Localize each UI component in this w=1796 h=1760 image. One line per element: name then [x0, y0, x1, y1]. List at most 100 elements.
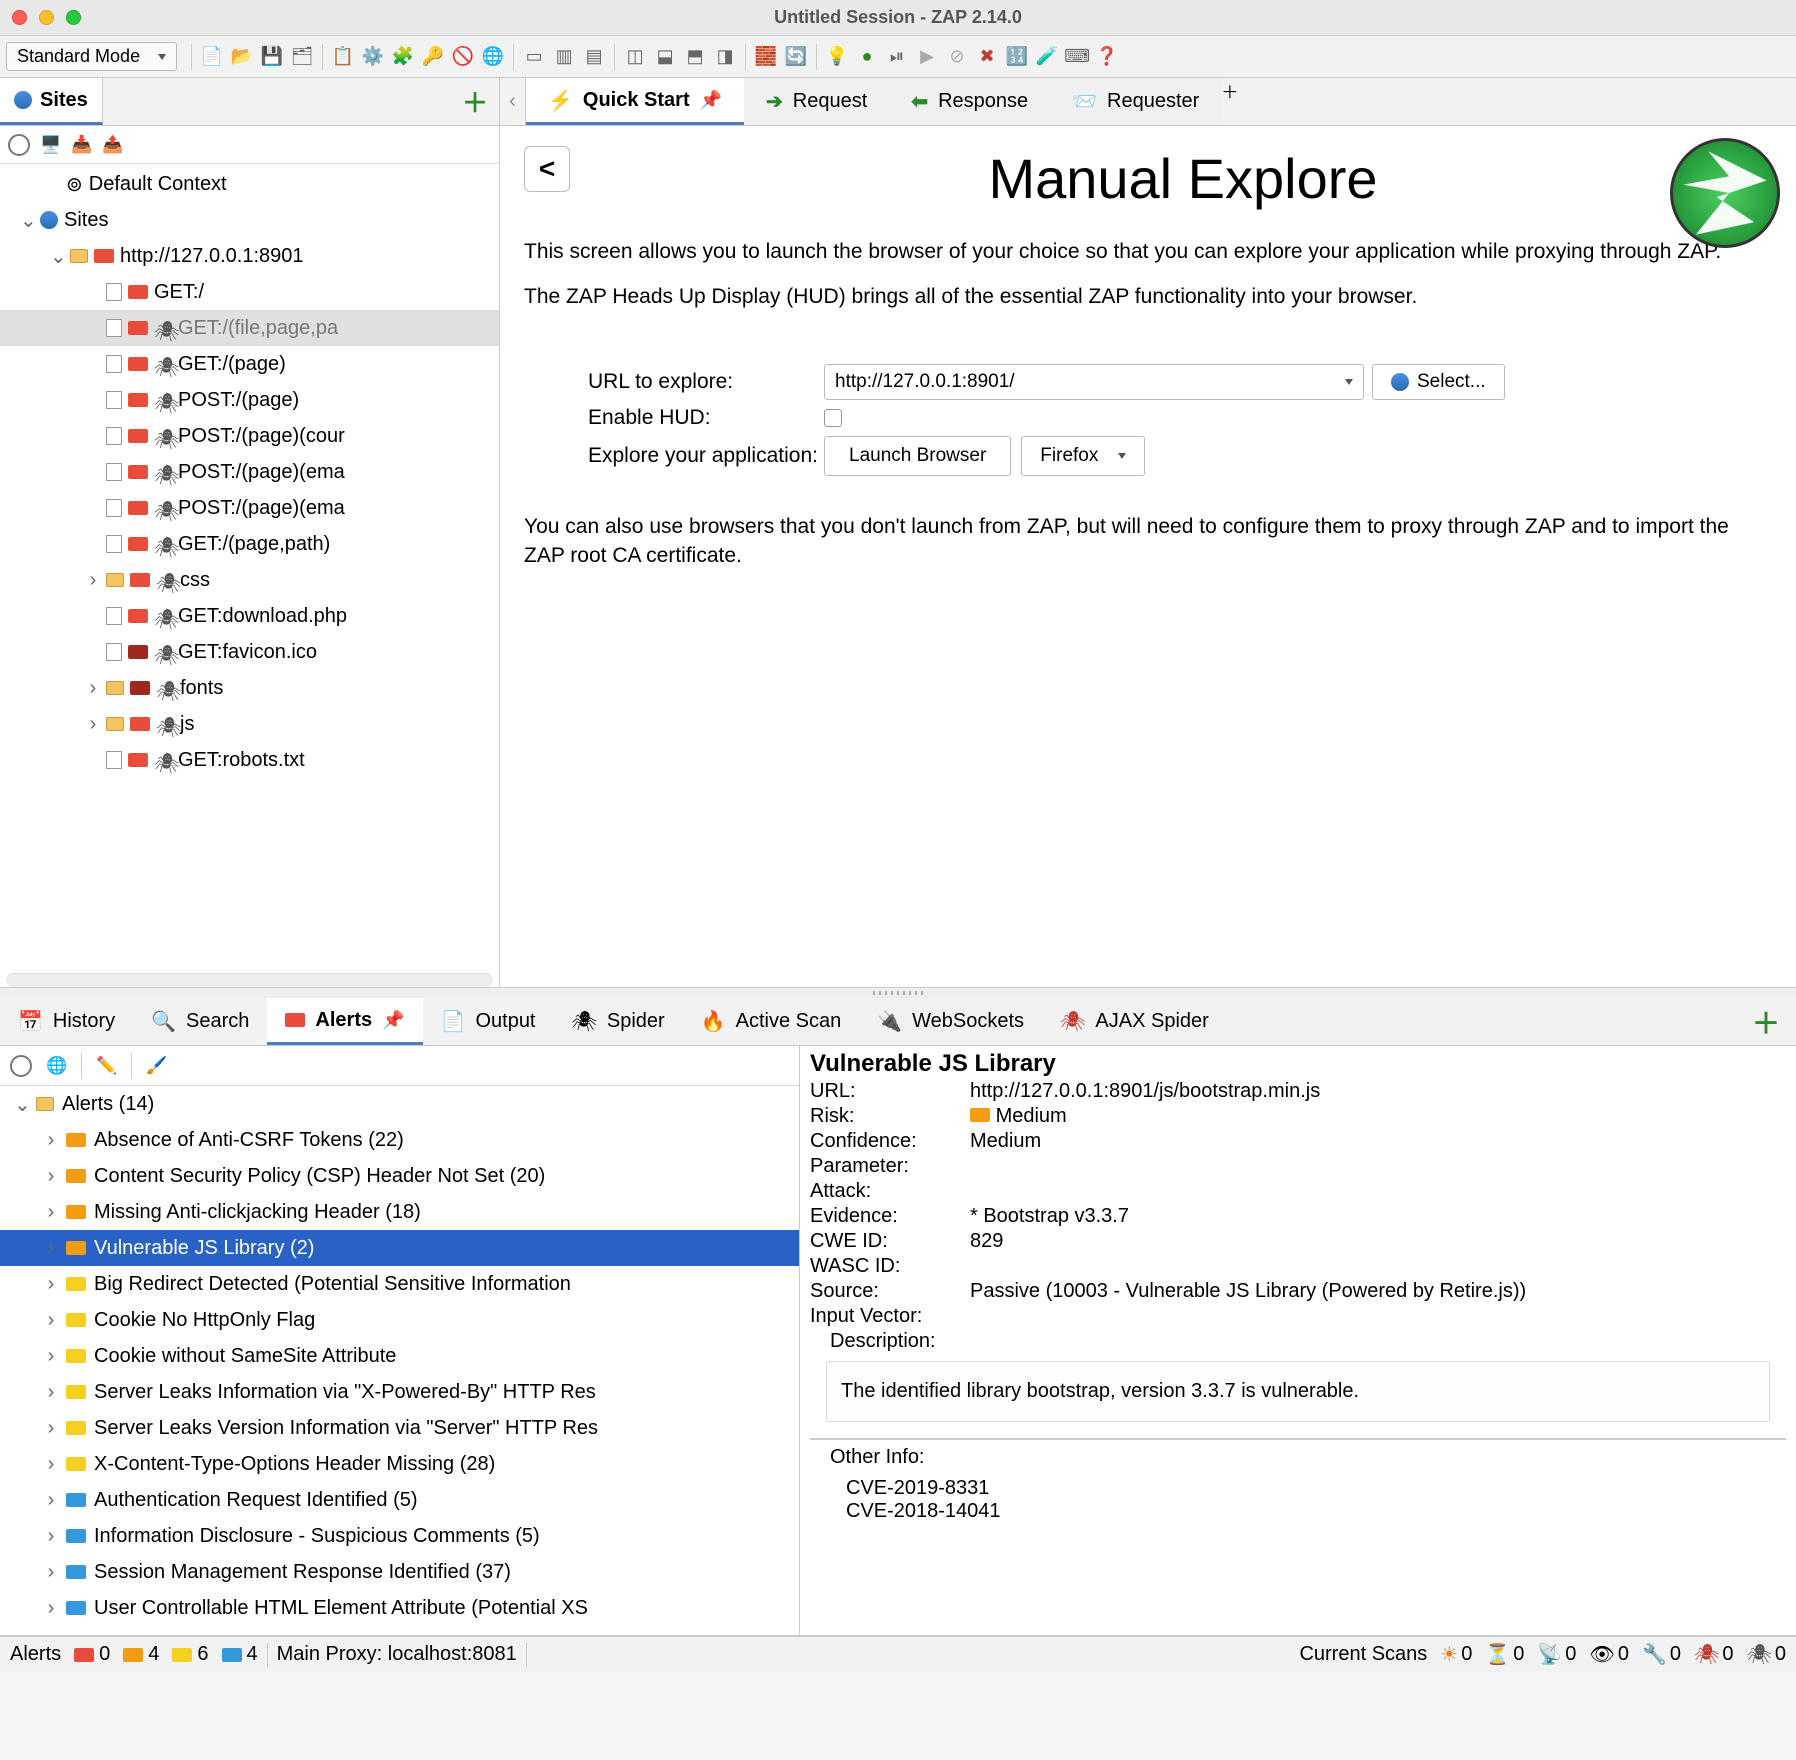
default-context-label[interactable]: Default Context [89, 173, 227, 196]
layout-full-icon[interactable]: ▭ [520, 43, 548, 71]
fuzz-icon[interactable]: 🧪 [1033, 43, 1061, 71]
expand-info-icon[interactable]: ⬓ [651, 43, 679, 71]
browser-icon[interactable]: 🌐 [479, 43, 507, 71]
layout-tabbed-icon[interactable]: ▤ [580, 43, 608, 71]
twisty-icon[interactable]: › [44, 1129, 58, 1152]
alert-tree-item[interactable]: › Missing Anti-clickjacking Header (18) [0, 1194, 799, 1230]
script-console-icon[interactable]: ⌨ [1063, 43, 1091, 71]
new-context-icon[interactable]: 🖥️ [40, 135, 61, 155]
twisty-icon[interactable]: › [86, 713, 100, 736]
sites-root-label[interactable]: Sites [64, 209, 108, 232]
import-context-icon[interactable]: 📥 [71, 135, 92, 155]
site-tree-item[interactable]: › 🕷 fonts [0, 670, 499, 706]
delete-x-icon[interactable]: ✖ [973, 43, 1001, 71]
alert-tree-item[interactable]: › Cookie without SameSite Attribute [0, 1338, 799, 1374]
add-bottom-tab-button[interactable]: ＋ [1736, 998, 1796, 1045]
expand-full-icon[interactable]: ⬒ [681, 43, 709, 71]
tab-request[interactable]: ➔ Request [744, 78, 889, 125]
alert-tree-item[interactable]: › User Controllable HTML Element Attribu… [0, 1590, 799, 1626]
snapshot-icon[interactable]: 🗂 [288, 43, 316, 71]
expand-sites-icon[interactable]: ◫ [621, 43, 649, 71]
tab-output[interactable]: 📄Output [423, 998, 554, 1045]
alert-tree-item[interactable]: › Server Leaks Information via "X-Powere… [0, 1374, 799, 1410]
pause-break-icon[interactable]: ⏯ [883, 43, 911, 71]
options-icon[interactable]: ⚙️ [359, 43, 387, 71]
site-tree-item[interactable]: › 🕷 js [0, 706, 499, 742]
horizontal-scrollbar[interactable] [6, 973, 493, 987]
encode-icon[interactable]: 🔢 [1003, 43, 1031, 71]
twisty-icon[interactable]: ⌄ [20, 208, 34, 233]
step-icon[interactable]: ▶ [913, 43, 941, 71]
stop-icon[interactable]: ⊘ [943, 43, 971, 71]
site-tree-item[interactable]: GET:/ [0, 274, 499, 310]
twisty-icon[interactable]: › [86, 677, 100, 700]
twisty-icon[interactable]: › [86, 569, 100, 592]
url-input[interactable]: http://127.0.0.1:8901/ [824, 364, 1364, 400]
tab-alerts[interactable]: Alerts📌 [267, 998, 422, 1045]
tab-sites[interactable]: Sites [0, 78, 103, 125]
record-icon[interactable]: ● [853, 43, 881, 71]
site-tree-item[interactable]: 🕷 GET:download.php [0, 598, 499, 634]
site-tree-item[interactable]: › 🕷 css [0, 562, 499, 598]
alerts-tree[interactable]: ⌄ Alerts (14) › Absence of Anti-CSRF Tok… [0, 1086, 799, 1635]
site-tree-item[interactable]: 🕷 POST:/(page)(ema [0, 490, 499, 526]
alert-tree-item[interactable]: › Information Disclosure - Suspicious Co… [0, 1518, 799, 1554]
mode-select[interactable]: Standard Mode [6, 42, 177, 71]
alert-tree-item[interactable]: › Authentication Request Identified (5) [0, 1482, 799, 1518]
alert-tree-item[interactable]: › Vulnerable JS Library (2) [0, 1230, 799, 1266]
save-session-icon[interactable]: 💾 [258, 43, 286, 71]
alert-tree-item[interactable]: › X-Content-Type-Options Header Missing … [0, 1446, 799, 1482]
alert-tree-item[interactable]: › Server Leaks Version Information via "… [0, 1410, 799, 1446]
addon-icon[interactable]: 🧩 [389, 43, 417, 71]
link-icon[interactable]: 🌐 [46, 1056, 67, 1076]
site-tree-item[interactable]: 🕷 POST:/(page)(ema [0, 454, 499, 490]
check-updates-icon[interactable]: 🔄 [782, 43, 810, 71]
twisty-icon[interactable]: › [44, 1165, 58, 1188]
manage-addons-icon[interactable]: 🧱 [752, 43, 780, 71]
target-icon[interactable] [8, 134, 30, 156]
alerts-root-label[interactable]: Alerts (14) [62, 1093, 154, 1116]
sites-tree[interactable]: ⊚ Default Context ⌄ Sites ⌄ http://127.0… [0, 164, 499, 973]
session-properties-icon[interactable]: 📋 [329, 43, 357, 71]
twisty-icon[interactable]: › [44, 1453, 58, 1476]
open-session-icon[interactable]: 📂 [228, 43, 256, 71]
tab-websockets[interactable]: 🔌WebSockets [859, 998, 1042, 1045]
enable-hud-checkbox[interactable] [824, 409, 842, 427]
site-host-label[interactable]: http://127.0.0.1:8901 [120, 245, 304, 268]
twisty-icon[interactable]: › [44, 1345, 58, 1368]
help-icon[interactable]: ❓ [1093, 43, 1121, 71]
tab-requester[interactable]: 📨 Requester [1050, 78, 1221, 125]
site-tree-item[interactable]: 🕷 GET:/(page) [0, 346, 499, 382]
edit-alert-icon[interactable]: ✏️ [96, 1056, 117, 1076]
tab-history[interactable]: 📅History [0, 998, 133, 1045]
nav-prev-icon[interactable]: ‹ [500, 78, 526, 125]
tab-quick-start[interactable]: ⚡ Quick Start 📌 [526, 78, 744, 125]
twisty-icon[interactable]: › [44, 1561, 58, 1584]
launch-browser-button[interactable]: Launch Browser [824, 436, 1011, 476]
alert-tree-item[interactable]: › Content Security Policy (CSP) Header N… [0, 1158, 799, 1194]
twisty-icon[interactable]: › [44, 1525, 58, 1548]
site-tree-item[interactable]: 🕷 POST:/(page) [0, 382, 499, 418]
pin-icon[interactable]: 📌 [382, 1010, 404, 1031]
twisty-icon[interactable]: › [44, 1597, 58, 1620]
layout4-icon[interactable]: ◨ [711, 43, 739, 71]
site-tree-item[interactable]: 🕷 GET:/(file,page,pa [0, 310, 499, 346]
tab-active-scan[interactable]: 🔥Active Scan [683, 998, 860, 1045]
tab-search[interactable]: 🔍Search [133, 998, 267, 1045]
alert-tree-item[interactable]: › Cookie No HttpOnly Flag [0, 1302, 799, 1338]
pin-icon[interactable]: 📌 [700, 90, 722, 111]
twisty-icon[interactable]: › [44, 1381, 58, 1404]
clear-icon[interactable]: 🚫 [449, 43, 477, 71]
alert-tree-item[interactable]: › Absence of Anti-CSRF Tokens (22) [0, 1122, 799, 1158]
alert-tree-item[interactable]: › Session Management Response Identified… [0, 1554, 799, 1590]
twisty-icon[interactable]: › [44, 1417, 58, 1440]
site-tree-item[interactable]: 🕷 GET:robots.txt [0, 742, 499, 778]
twisty-icon[interactable]: › [44, 1237, 58, 1260]
export-context-icon[interactable]: 📤 [102, 135, 123, 155]
tab-spider[interactable]: 🕷Spider [554, 998, 683, 1045]
twisty-icon[interactable]: › [44, 1489, 58, 1512]
new-session-icon[interactable]: 📄 [198, 43, 226, 71]
target-icon[interactable] [10, 1055, 32, 1077]
site-tree-item[interactable]: 🕷 POST:/(page)(cour [0, 418, 499, 454]
horizontal-splitter[interactable] [0, 988, 1796, 998]
